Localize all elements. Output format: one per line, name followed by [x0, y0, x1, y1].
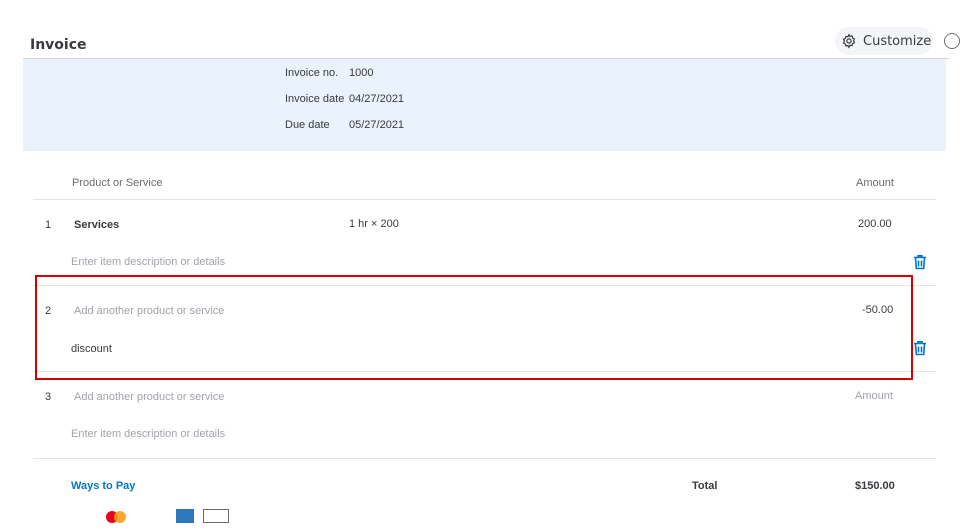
selection-highlight: [35, 275, 913, 380]
customize-button[interactable]: Customize: [835, 27, 933, 55]
page-title: Invoice: [30, 37, 87, 53]
invoice-date-field[interactable]: 04/27/2021: [349, 93, 404, 105]
invoice-no-field[interactable]: 1000: [349, 67, 373, 79]
row-1-product[interactable]: Services: [74, 219, 119, 231]
row-3-description-input[interactable]: Enter item description or details: [71, 428, 225, 440]
invoice-no-label: Invoice no.: [285, 67, 339, 79]
row-3-amount-input[interactable]: Amount: [855, 390, 893, 402]
row-3-product-input[interactable]: Add another product or service: [74, 391, 224, 403]
row-1-amount[interactable]: 200.00: [858, 218, 892, 230]
ways-to-pay-link[interactable]: Ways to Pay: [71, 480, 135, 492]
row-divider: [33, 458, 936, 459]
customize-label: Customize: [863, 33, 932, 49]
card-icon: [203, 509, 229, 523]
mastercard-icon: [114, 511, 126, 523]
trash-icon[interactable]: [913, 340, 927, 356]
row-1-qty-rate[interactable]: 1 hr × 200: [349, 218, 399, 230]
total-label: Total: [692, 480, 718, 492]
column-header-amount: Amount: [856, 177, 894, 189]
row-1-description-input[interactable]: Enter item description or details: [71, 256, 225, 268]
invoice-meta-panel: [23, 59, 946, 151]
row-3-number: 3: [45, 391, 52, 403]
amex-icon: [176, 509, 194, 523]
due-date-field[interactable]: 05/27/2021: [349, 119, 404, 131]
row-1-number: 1: [45, 219, 52, 231]
due-date-label: Due date: [285, 119, 330, 131]
trash-icon[interactable]: [913, 254, 927, 270]
row-divider: [33, 199, 936, 200]
invoice-date-label: Invoice date: [285, 93, 345, 105]
total-value: $150.00: [855, 480, 895, 492]
column-header-product: Product or Service: [72, 177, 163, 189]
gear-icon: [842, 33, 856, 49]
help-icon[interactable]: [944, 33, 960, 49]
